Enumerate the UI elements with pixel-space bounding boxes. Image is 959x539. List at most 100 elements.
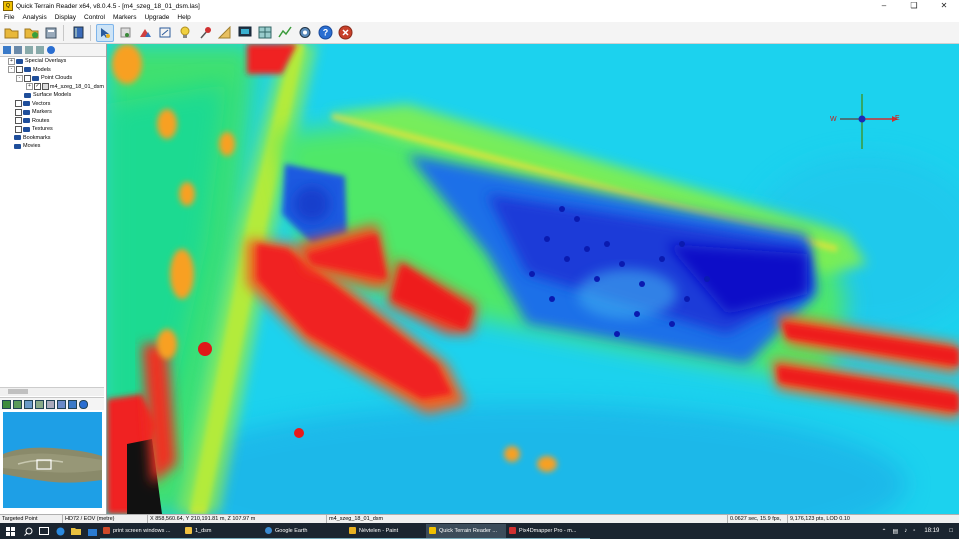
start-icon[interactable] xyxy=(0,526,20,536)
expand-icon[interactable]: + xyxy=(8,57,15,65)
tree-item-bookmarks[interactable]: Bookmarks xyxy=(0,134,104,143)
tree-copy-icon[interactable] xyxy=(36,46,44,54)
toolbar-separator xyxy=(90,24,91,41)
marker-pin-icon[interactable] xyxy=(196,24,214,42)
visibility-checkbox[interactable] xyxy=(15,125,22,133)
overview-info-icon[interactable] xyxy=(79,399,88,409)
tree-item-textures[interactable]: Textures xyxy=(0,125,104,134)
menu-control[interactable]: Control xyxy=(80,14,109,21)
tree-item-point-clouds[interactable]: - Point Clouds xyxy=(0,74,104,83)
monitor-icon[interactable] xyxy=(236,24,254,42)
tree-item-special-overlays[interactable]: + Special Overlays xyxy=(0,57,104,66)
taskbar-item-paint[interactable]: Névtelen - Paint xyxy=(346,524,426,539)
overview-tool-icon[interactable] xyxy=(68,399,77,409)
book-icon[interactable] xyxy=(69,24,87,42)
taskbar-item-google-earth[interactable]: Google Earth xyxy=(262,524,346,539)
tree-item-markers[interactable]: Markers xyxy=(0,108,104,117)
volume-icon[interactable]: ♪ xyxy=(901,528,910,534)
ruler-icon[interactable] xyxy=(216,24,234,42)
overview-minimap[interactable] xyxy=(3,412,102,508)
tree-item-models[interactable]: - Models xyxy=(0,66,104,75)
menu-file[interactable]: File xyxy=(0,14,18,21)
folder-icon xyxy=(16,58,23,64)
help-icon[interactable]: ? xyxy=(316,24,334,42)
menu-display[interactable]: Display xyxy=(51,14,80,21)
tree-item-label: Special Overlays xyxy=(25,58,67,65)
task-view-icon[interactable] xyxy=(36,527,52,535)
database-icon[interactable] xyxy=(42,24,60,42)
network-icon[interactable]: ▤ xyxy=(890,528,902,535)
chart-icon[interactable] xyxy=(136,24,154,42)
tray-overflow-icon[interactable]: ⌃ xyxy=(879,528,890,535)
taskbar-item-print-screen[interactable]: print screen windows ... xyxy=(100,524,182,539)
minimize-icon[interactable]: – xyxy=(869,0,899,12)
system-tray: ⌃ ▤ ♪ ▫ 18:19 □ xyxy=(879,523,959,539)
scrollbar-thumb[interactable] xyxy=(8,389,28,394)
select-cursor-icon[interactable] xyxy=(96,23,114,42)
collapse-icon[interactable]: - xyxy=(16,74,23,82)
visibility-checkbox[interactable] xyxy=(24,74,31,82)
folder-icon xyxy=(24,92,31,98)
notifications-icon[interactable]: □ xyxy=(949,528,959,534)
tree-view-icon[interactable] xyxy=(3,46,11,54)
collapse-icon[interactable]: - xyxy=(8,66,15,74)
overview-tool-icon[interactable] xyxy=(2,399,11,409)
tree-item-label: Surface Models xyxy=(33,92,72,99)
open-folder-icon[interactable] xyxy=(2,24,20,42)
overview-tool-icon[interactable] xyxy=(13,399,22,409)
taskbar-item-label: Pix4Dmapper Pro - m... xyxy=(519,527,577,534)
google-earth-icon xyxy=(265,527,272,534)
visibility-checkbox[interactable] xyxy=(15,117,22,125)
taskbar-item-pix4dmapper[interactable]: Pix4Dmapper Pro - m... xyxy=(506,524,590,539)
menu-upgrade[interactable]: Upgrade xyxy=(140,14,173,21)
taskbar-item-quick-terrain-reader[interactable]: Quick Terrain Reader ... xyxy=(426,523,506,539)
folder-icon xyxy=(14,135,21,141)
grid-icon[interactable] xyxy=(256,24,274,42)
taskbar-clock[interactable]: 18:19 xyxy=(918,528,949,534)
search-icon[interactable] xyxy=(20,527,36,536)
light-icon[interactable] xyxy=(176,24,194,42)
terrain-viewport[interactable]: W E xyxy=(107,44,959,514)
app-icon: Q xyxy=(3,1,13,11)
overview-tool-icon[interactable] xyxy=(24,399,33,409)
overview-tool-icon[interactable] xyxy=(46,399,55,409)
tree-toolbar xyxy=(0,44,106,57)
layers-icon[interactable] xyxy=(116,24,134,42)
tree-item-routes[interactable]: Routes xyxy=(0,117,104,126)
visibility-checkbox[interactable] xyxy=(16,66,23,74)
tree-add-icon[interactable] xyxy=(25,46,33,54)
folder-icon xyxy=(23,126,30,132)
menu-help[interactable]: Help xyxy=(173,14,194,21)
overview-tool-icon[interactable] xyxy=(57,399,66,409)
main-toolbar: ? xyxy=(0,22,959,44)
menu-markers[interactable]: Markers xyxy=(109,14,140,21)
tree-item-label: Models xyxy=(33,66,51,73)
tree-info-icon[interactable] xyxy=(47,46,55,54)
menu-analysis[interactable]: Analysis xyxy=(18,14,50,21)
stop-icon[interactable] xyxy=(336,24,354,42)
tree-item-vectors[interactable]: Vectors xyxy=(0,100,104,109)
zoom-icon[interactable] xyxy=(156,24,174,42)
record-icon[interactable] xyxy=(296,24,314,42)
visibility-checkbox[interactable] xyxy=(15,108,22,116)
taskbar-item-label: print screen windows ... xyxy=(113,527,171,534)
add-folder-icon[interactable] xyxy=(22,24,40,42)
expand-icon[interactable]: + xyxy=(26,83,33,91)
tree-item-movies[interactable]: Movies xyxy=(0,142,104,151)
tree-item-surface-models[interactable]: Surface Models xyxy=(0,91,104,100)
edge-icon[interactable] xyxy=(52,527,68,536)
close-icon[interactable]: ✕ xyxy=(929,0,959,12)
tree-horizontal-scrollbar[interactable] xyxy=(0,387,104,396)
language-icon[interactable]: ▫ xyxy=(910,528,918,534)
profile-icon[interactable] xyxy=(276,24,294,42)
tree-item-dataset[interactable]: + ✓ m4_szeg_18_01_dsm xyxy=(0,83,104,92)
overview-tool-icon[interactable] xyxy=(35,399,44,409)
tree-edit-icon[interactable] xyxy=(14,46,22,54)
visibility-checkbox[interactable]: ✓ xyxy=(33,83,41,91)
explorer-icon[interactable] xyxy=(68,527,84,535)
taskbar-item-1-dsm[interactable]: 1_dsm xyxy=(182,524,262,539)
visibility-checkbox[interactable] xyxy=(15,100,22,108)
svg-text:?: ? xyxy=(322,28,328,38)
store-icon[interactable] xyxy=(84,527,100,536)
maximize-icon[interactable]: ❑ xyxy=(899,0,929,12)
